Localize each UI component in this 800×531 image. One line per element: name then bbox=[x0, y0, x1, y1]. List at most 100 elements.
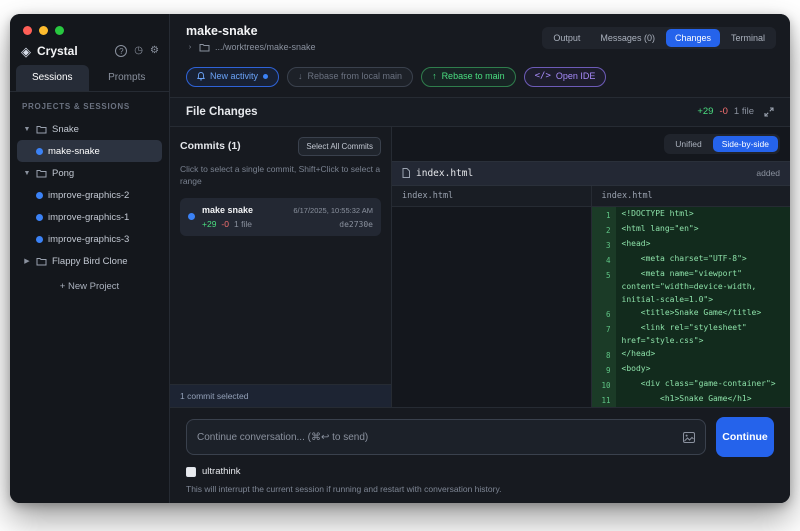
project-pong[interactable]: ▼ Pong bbox=[17, 162, 162, 184]
diff-line: 4 <meta charset="UTF-8"> bbox=[592, 252, 791, 267]
session-improve-graphics-2[interactable]: improve-graphics-2 bbox=[17, 184, 162, 206]
commits-selected-status: 1 commit selected bbox=[170, 384, 391, 407]
session-status-dot bbox=[36, 192, 43, 199]
rebase-to-main-button[interactable]: ↑ Rebase to main bbox=[421, 67, 516, 87]
folder-icon bbox=[36, 257, 47, 266]
session-header: make-snake › .../worktrees/make-snake Ou… bbox=[170, 14, 790, 60]
minimize-window-button[interactable] bbox=[39, 26, 48, 35]
file-icon bbox=[402, 168, 410, 178]
diff-line: 3<head> bbox=[592, 237, 791, 252]
project-snake[interactable]: ▼ Snake bbox=[17, 118, 162, 140]
chevron-down-icon: ▼ bbox=[23, 170, 31, 177]
file-changes-title: File Changes bbox=[186, 106, 697, 118]
session-status-dot bbox=[36, 214, 43, 221]
sidebar-tabs: Sessions Prompts bbox=[10, 65, 169, 92]
diff-line: 6 <title>Snake Game</title> bbox=[592, 306, 791, 321]
diff-line: 10 <div class="game-container"> bbox=[592, 377, 791, 392]
session-status-dot bbox=[36, 148, 43, 155]
bell-icon bbox=[197, 72, 205, 81]
new-project-button[interactable]: + New Project bbox=[10, 281, 169, 292]
tab-terminal[interactable]: Terminal bbox=[722, 29, 774, 47]
help-icon[interactable]: ? bbox=[115, 45, 127, 57]
history-icon[interactable]: ◷ bbox=[134, 45, 143, 57]
zoom-window-button[interactable] bbox=[55, 26, 64, 35]
additions-count: +29 bbox=[697, 106, 713, 117]
file-changes-bar: File Changes +29 -0 1 file bbox=[170, 97, 790, 127]
commit-file-count: 1 file bbox=[234, 219, 252, 229]
diff-line: 8</head> bbox=[592, 347, 791, 362]
diff-new-side: 1<!DOCTYPE html> 2<html lang="en"> 3<hea… bbox=[592, 207, 791, 407]
activity-indicator-dot bbox=[263, 74, 268, 79]
attach-image-icon[interactable] bbox=[683, 432, 695, 443]
diff-body: 1<!DOCTYPE html> 2<html lang="en"> 3<hea… bbox=[392, 207, 790, 407]
tab-output[interactable]: Output bbox=[544, 29, 589, 47]
tab-prompts[interactable]: Prompts bbox=[91, 65, 164, 91]
diff-line: 7 <link rel="stylesheet" href="style.css… bbox=[592, 321, 791, 347]
diff-file-header[interactable]: index.html added bbox=[392, 161, 790, 186]
app-window: ◈ Crystal ? ◷ ⚙ Sessions Prompts PROJECT… bbox=[10, 14, 790, 503]
ultrathink-label: ultrathink bbox=[202, 466, 241, 477]
diff-view-toggle: Unified Side-by-side bbox=[664, 134, 780, 154]
folder-icon bbox=[199, 43, 210, 52]
deletions-count: -0 bbox=[719, 106, 727, 117]
window-controls bbox=[10, 14, 169, 35]
diff-line: 5 <meta name="viewport" content="width=d… bbox=[592, 267, 791, 306]
diff-line: 9<body> bbox=[592, 362, 791, 377]
tab-changes[interactable]: Changes bbox=[666, 29, 720, 47]
diff-old-side bbox=[392, 207, 592, 407]
chevron-right-icon: ▶ bbox=[23, 257, 31, 265]
unified-view-button[interactable]: Unified bbox=[666, 136, 710, 152]
settings-gear-icon[interactable]: ⚙ bbox=[150, 45, 159, 57]
app-name: Crystal bbox=[37, 44, 109, 58]
diff-file-status: added bbox=[756, 168, 780, 178]
diff-new-file-header: index.html bbox=[592, 186, 791, 206]
diff-file-name: index.html bbox=[416, 168, 473, 179]
commits-panel: Commits (1) Select All Commits Click to … bbox=[170, 127, 392, 407]
tab-messages[interactable]: Messages (0) bbox=[591, 29, 664, 47]
code-icon: </> bbox=[535, 72, 551, 81]
new-activity-button[interactable]: New activity bbox=[186, 67, 279, 87]
projects-section-label: PROJECTS & SESSIONS bbox=[10, 92, 169, 118]
continue-button[interactable]: Continue bbox=[716, 417, 774, 457]
ultrathink-checkbox[interactable] bbox=[186, 467, 196, 477]
commit-hash: de2730e bbox=[339, 220, 373, 229]
worktree-path: .../worktrees/make-snake bbox=[215, 42, 316, 52]
project-flappy-bird-clone[interactable]: ▶ Flappy Bird Clone bbox=[17, 250, 162, 272]
message-input-wrap bbox=[186, 419, 706, 455]
folder-icon bbox=[36, 169, 47, 178]
interrupt-warning-text: This will interrupt the current session … bbox=[186, 484, 774, 494]
diff-line: 2<html lang="en"> bbox=[592, 222, 791, 237]
commit-item[interactable]: make snake 6/17/2025, 10:55:32 AM +29 -0… bbox=[180, 198, 381, 236]
crystal-logo-icon: ◈ bbox=[21, 45, 31, 58]
commit-message: make snake bbox=[202, 205, 253, 215]
sidebar: ◈ Crystal ? ◷ ⚙ Sessions Prompts PROJECT… bbox=[10, 14, 170, 503]
commits-title: Commits (1) bbox=[180, 140, 241, 152]
diff-line: 1<!DOCTYPE html> bbox=[592, 207, 791, 222]
rebase-from-main-button[interactable]: ↓ Rebase from local main bbox=[287, 67, 413, 87]
main-panel: make-snake › .../worktrees/make-snake Ou… bbox=[170, 14, 790, 503]
commit-deletions: -0 bbox=[221, 219, 229, 229]
arrow-down-icon: ↓ bbox=[298, 72, 303, 81]
open-ide-button[interactable]: </> Open IDE bbox=[524, 67, 607, 87]
close-window-button[interactable] bbox=[23, 26, 32, 35]
chevron-right-icon: › bbox=[186, 44, 194, 51]
expand-icon[interactable] bbox=[764, 107, 774, 117]
commit-timestamp: 6/17/2025, 10:55:32 AM bbox=[293, 206, 373, 215]
select-all-commits-button[interactable]: Select All Commits bbox=[298, 137, 381, 156]
message-input[interactable] bbox=[197, 432, 675, 443]
composer: Continue ultrathink This will interrupt … bbox=[170, 407, 790, 503]
session-actions: New activity ↓ Rebase from local main ↑ … bbox=[170, 60, 790, 97]
file-count: 1 file bbox=[734, 106, 754, 117]
tab-sessions[interactable]: Sessions bbox=[16, 65, 89, 91]
side-by-side-view-button[interactable]: Side-by-side bbox=[713, 136, 778, 152]
diff-panel: Unified Side-by-side index.html added in… bbox=[392, 127, 790, 407]
commit-select-hint: Click to select a single commit, Shift+C… bbox=[170, 164, 391, 188]
chevron-down-icon: ▼ bbox=[23, 126, 31, 133]
session-make-snake[interactable]: make-snake bbox=[17, 140, 162, 162]
project-tree: ▼ Snake make-snake ▼ Pong improve-graphi… bbox=[10, 118, 169, 272]
folder-icon bbox=[36, 125, 47, 134]
session-improve-graphics-3[interactable]: improve-graphics-3 bbox=[17, 228, 162, 250]
diff-old-file-header: index.html bbox=[392, 186, 592, 206]
view-tabs: Output Messages (0) Changes Terminal bbox=[542, 27, 776, 49]
session-improve-graphics-1[interactable]: improve-graphics-1 bbox=[17, 206, 162, 228]
